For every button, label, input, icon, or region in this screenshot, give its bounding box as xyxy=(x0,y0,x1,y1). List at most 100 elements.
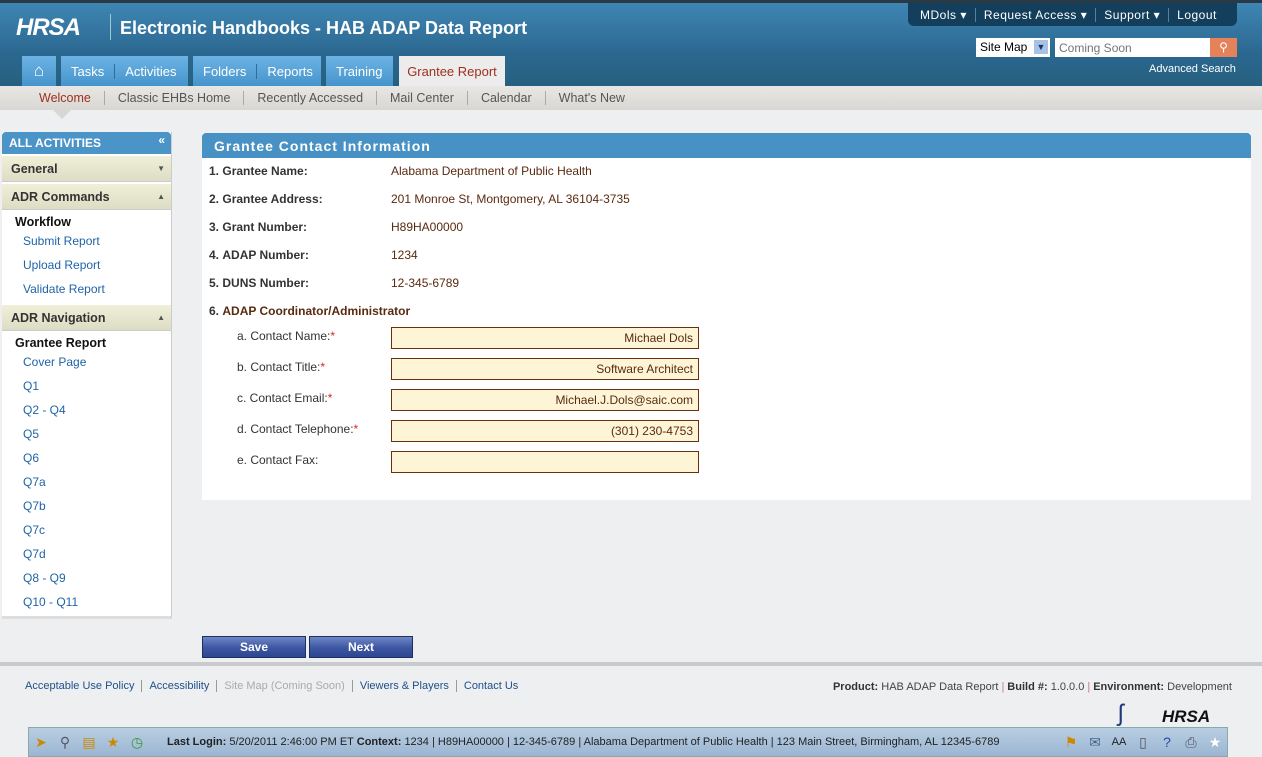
support-menu[interactable]: Support ▾ xyxy=(1096,7,1170,22)
field-num: 6. xyxy=(209,304,220,318)
link-upload-report[interactable]: Upload Report xyxy=(2,255,171,279)
context-label: Context: xyxy=(356,736,402,748)
footer-link-contact[interactable]: Contact Us xyxy=(457,680,525,692)
nav-link[interactable]: Q7a xyxy=(2,472,171,496)
sidebar-header: ALL ACTIVITIES « xyxy=(2,132,171,154)
nav-link[interactable]: Q6 xyxy=(2,448,171,472)
grantee-contact-panel: Grantee Contact Information 1. Grantee N… xyxy=(202,133,1251,500)
collapse-icon[interactable]: « xyxy=(158,133,165,147)
chevron-up-icon: ▲ xyxy=(157,192,165,201)
group-grantee-report: Grantee Report xyxy=(15,336,106,350)
favorite-icon[interactable]: ★ xyxy=(1203,734,1227,751)
subnav-classic-home[interactable]: Classic EHBs Home xyxy=(105,91,245,105)
tab-training-label: Training xyxy=(336,63,383,79)
nav-link[interactable]: Q7b xyxy=(2,496,171,520)
label-text: a. Contact Name: xyxy=(237,329,331,343)
search-icon[interactable]: ⚲ xyxy=(53,734,77,751)
footer-links: Acceptable Use Policy Accessibility Site… xyxy=(25,680,525,692)
nav-link[interactable]: Q1 xyxy=(2,376,171,400)
nav-link[interactable]: Q7d xyxy=(2,544,171,568)
comment-icon[interactable]: ✉ xyxy=(1083,734,1107,751)
search-button[interactable]: ⚲ xyxy=(1210,38,1237,57)
page-icon[interactable]: ▯ xyxy=(1131,734,1155,751)
footer-link-aup[interactable]: Acceptable Use Policy xyxy=(25,680,143,692)
text-size-icon[interactable]: AA xyxy=(1107,736,1131,748)
section-label: General xyxy=(11,162,58,176)
last-login-label: Last Login: xyxy=(167,736,227,748)
contact-input[interactable] xyxy=(391,451,699,473)
logout-link[interactable]: Logout xyxy=(1169,8,1225,22)
site-map-value: Site Map xyxy=(980,40,1028,54)
build-label: Build #: xyxy=(1007,681,1048,693)
pointer-icon[interactable]: ➤ xyxy=(29,734,53,751)
tab-home[interactable]: ⌂ xyxy=(22,56,56,86)
group-workflow: Workflow xyxy=(15,215,72,229)
contact-input[interactable]: Software Architect xyxy=(391,358,699,380)
contact-input[interactable]: (301) 230-4753 xyxy=(391,420,699,442)
request-access-menu[interactable]: Request Access ▾ xyxy=(976,7,1097,22)
subnav-calendar[interactable]: Calendar xyxy=(468,91,546,105)
label-text: d. Contact Telephone: xyxy=(237,422,354,436)
hrsa-logo[interactable]: HRSA xyxy=(16,14,81,42)
field-num: 1. xyxy=(209,164,220,178)
section-adr-commands[interactable]: ADR Commands ▲ xyxy=(2,184,171,210)
contact-input[interactable]: Michael.J.Dols@saic.com xyxy=(391,389,699,411)
field-value: H89HA00000 xyxy=(391,220,464,234)
required-marker: * xyxy=(353,422,359,436)
field-label-row: 1. Grantee Name: xyxy=(209,164,308,178)
subnav-recently-accessed[interactable]: Recently Accessed xyxy=(244,91,378,105)
nav-link[interactable]: Q5 xyxy=(2,424,171,448)
star-icon[interactable]: ★ xyxy=(101,734,125,751)
subnav-welcome[interactable]: Welcome xyxy=(26,91,105,105)
contact-input-value: (301) 230-4753 xyxy=(610,424,693,438)
field-label-row: 3. Grant Number: xyxy=(209,220,307,234)
save-button[interactable]: Save xyxy=(202,636,306,658)
nav-link[interactable]: Q10 - Q11 xyxy=(2,592,171,616)
chevron-down-icon: ▼ xyxy=(157,164,165,173)
print-icon[interactable]: ⎙ xyxy=(1179,734,1203,751)
product-value: HAB ADAP Data Report xyxy=(881,681,999,693)
history-icon[interactable]: ◷ xyxy=(125,734,149,751)
footer-link-viewers[interactable]: Viewers & Players xyxy=(353,680,457,692)
footer-info: Product: HAB ADAP Data Report | Build #: 1… xyxy=(832,681,1232,693)
flag-icon[interactable]: ⚑ xyxy=(1059,734,1083,751)
nav-link[interactable]: Cover Page xyxy=(2,352,171,376)
required-marker: * xyxy=(327,391,333,405)
tab-grantee-report[interactable]: Grantee Report xyxy=(399,56,505,86)
contact-input[interactable]: Michael Dols xyxy=(391,327,699,349)
hhs-logo-icon: ʃ xyxy=(1118,700,1124,727)
link-submit-report[interactable]: Submit Report xyxy=(2,231,171,255)
link-validate-report[interactable]: Validate Report xyxy=(2,279,171,303)
help-icon[interactable]: ? xyxy=(1155,734,1179,750)
footer-link-sitemap: Site Map (Coming Soon) xyxy=(217,680,353,692)
nav-link[interactable]: Q7c xyxy=(2,520,171,544)
advanced-search-link[interactable]: Advanced Search xyxy=(1149,63,1236,75)
contact-input-value: Software Architect xyxy=(596,362,693,376)
folder-icon[interactable]: ▤ xyxy=(77,734,101,751)
panel-title: Grantee Contact Information xyxy=(202,133,1251,158)
env-label: Environment: xyxy=(1093,681,1165,693)
tab-folders[interactable]: Folders xyxy=(193,63,258,79)
tab-reports[interactable]: Reports xyxy=(257,64,323,79)
next-button[interactable]: Next xyxy=(309,636,413,658)
section-adr-navigation[interactable]: ADR Navigation ▲ xyxy=(2,305,171,331)
sub-nav: Welcome Classic EHBs Home Recently Acces… xyxy=(0,86,1262,110)
nav-link[interactable]: Q8 - Q9 xyxy=(2,568,171,592)
coordinator-heading: 6. ADAP Coordinator/Administrator xyxy=(209,304,410,318)
field-label: Grant Number: xyxy=(222,220,308,234)
site-map-select[interactable]: Site Map ▼ xyxy=(976,38,1050,57)
field-label-row: 2. Grantee Address: xyxy=(209,192,323,206)
contact-label: d. Contact Telephone:* xyxy=(237,422,358,436)
subnav-whats-new[interactable]: What's New xyxy=(546,91,638,105)
tab-tasks[interactable]: Tasks xyxy=(61,63,116,79)
footer-link-accessibility[interactable]: Accessibility xyxy=(142,680,218,692)
field-label: DUNS Number: xyxy=(222,276,310,290)
section-general[interactable]: General ▼ xyxy=(2,156,171,182)
required-marker: * xyxy=(320,360,326,374)
tab-training[interactable]: Training xyxy=(326,56,393,86)
nav-link[interactable]: Q2 - Q4 xyxy=(2,400,171,424)
search-input[interactable] xyxy=(1055,38,1210,57)
tab-activities[interactable]: Activities xyxy=(115,64,186,79)
user-menu[interactable]: MDols ▾ xyxy=(912,7,976,22)
subnav-mail-center[interactable]: Mail Center xyxy=(377,91,468,105)
